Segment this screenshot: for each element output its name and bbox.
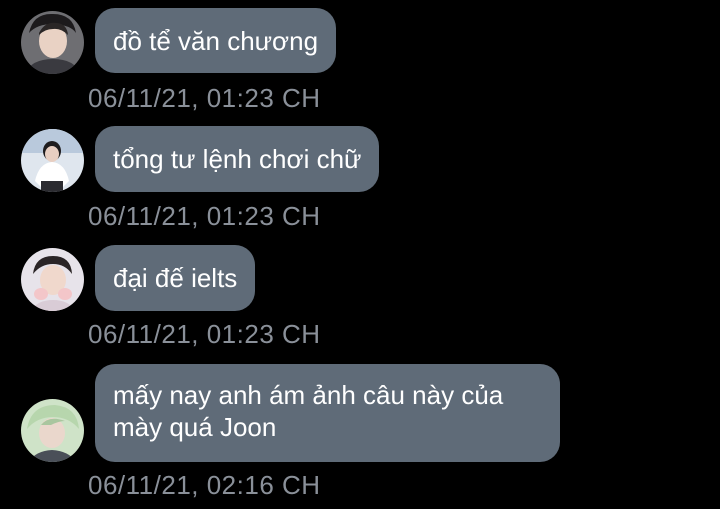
message-timestamp: 06/11/21, 01:23 CH [88, 319, 321, 349]
profile-photo-icon [21, 399, 84, 462]
message-timestamp: 06/11/21, 01:23 CH [88, 83, 321, 113]
avatar[interactable] [21, 11, 84, 74]
message-text: mấy nay anh ám ảnh câu này của mày quá J… [113, 380, 504, 442]
message-timestamp: 06/11/21, 01:23 CH [88, 201, 321, 231]
message-bubble[interactable]: tổng tư lệnh chơi chữ [95, 126, 380, 192]
profile-photo-icon [21, 11, 84, 74]
message-text: tổng tư lệnh chơi chữ [113, 144, 362, 174]
message-text: đồ tể văn chương [113, 26, 319, 56]
message-bubble[interactable]: đồ tể văn chương [95, 8, 337, 73]
message-timestamp: 06/11/21, 02:16 CH [88, 470, 321, 500]
avatar[interactable] [21, 399, 84, 462]
avatar[interactable] [21, 129, 84, 192]
message-bubble[interactable]: mấy nay anh ám ảnh câu này của mày quá J… [95, 364, 560, 462]
profile-photo-icon [21, 248, 84, 311]
avatar[interactable] [21, 248, 84, 311]
profile-photo-icon [21, 129, 84, 192]
message-text: đại đế ielts [113, 263, 238, 293]
message-bubble[interactable]: đại đế ielts [95, 245, 256, 311]
